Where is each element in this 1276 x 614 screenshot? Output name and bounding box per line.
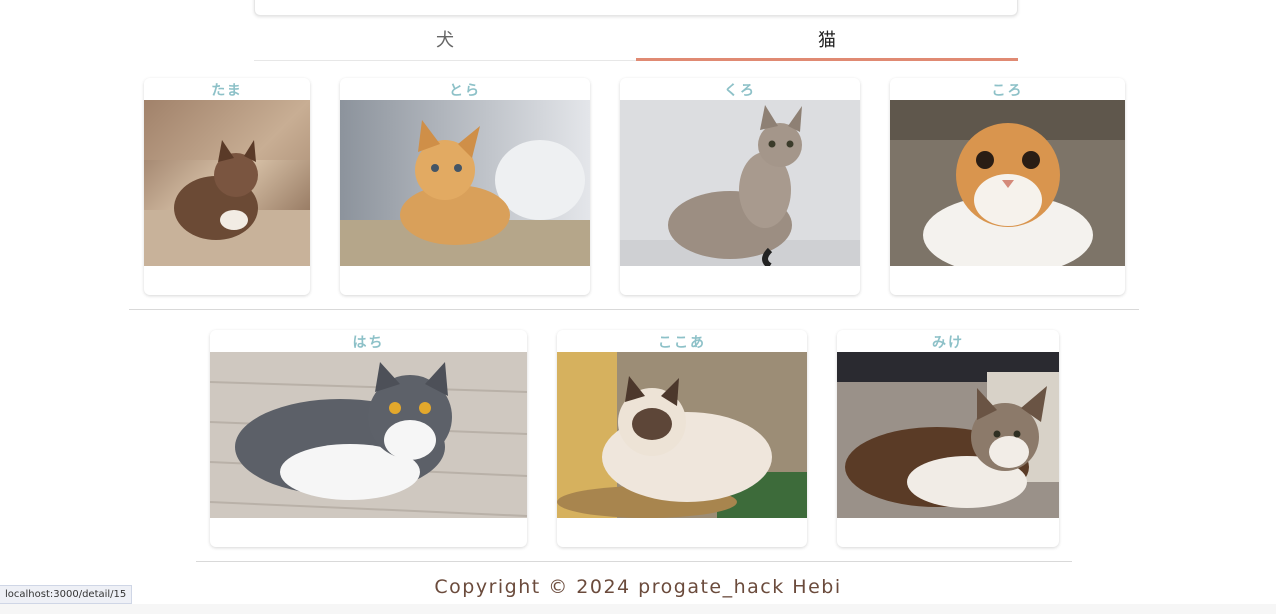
cat-name: くろ [724, 83, 756, 99]
cat-photo [210, 352, 527, 518]
cat-name: ここあ [658, 335, 706, 351]
cat-card-kokoa[interactable]: ここあ [557, 330, 807, 547]
cat-photo [340, 100, 590, 266]
cat-name: みけ [932, 335, 964, 351]
cat-name: たま [211, 83, 243, 99]
cat-photo [837, 352, 1059, 518]
cat-card-mike[interactable]: みけ [837, 330, 1059, 547]
cat-card-tora[interactable]: とら [340, 78, 590, 295]
cat-name: とら [449, 83, 481, 99]
cat-name: ころ [991, 83, 1024, 99]
status-bar-url: localhost:3000/detail/15 [0, 585, 133, 604]
cat-name: はち [352, 335, 385, 351]
cat-card-kuro[interactable]: くろ [620, 78, 860, 295]
row-divider [196, 561, 1072, 562]
footer-copyright: Copyright © 2024 progate_hack Hebi [434, 576, 842, 598]
search-card [254, 0, 1018, 16]
footer-band [0, 604, 1276, 614]
cat-photo [620, 100, 860, 266]
cat-photo [144, 100, 310, 266]
tab-bar: 犬 猫 [254, 18, 1018, 61]
cat-card-tama[interactable]: たま [144, 78, 310, 295]
cat-card-koro[interactable]: ころ [890, 78, 1125, 295]
row-divider [129, 309, 1139, 310]
tab-cat[interactable]: 猫 [636, 18, 1018, 61]
cat-photo [890, 100, 1125, 266]
tab-dog[interactable]: 犬 [254, 18, 636, 60]
cat-photo [557, 352, 807, 518]
cat-card-hachi[interactable]: はち [210, 330, 527, 547]
